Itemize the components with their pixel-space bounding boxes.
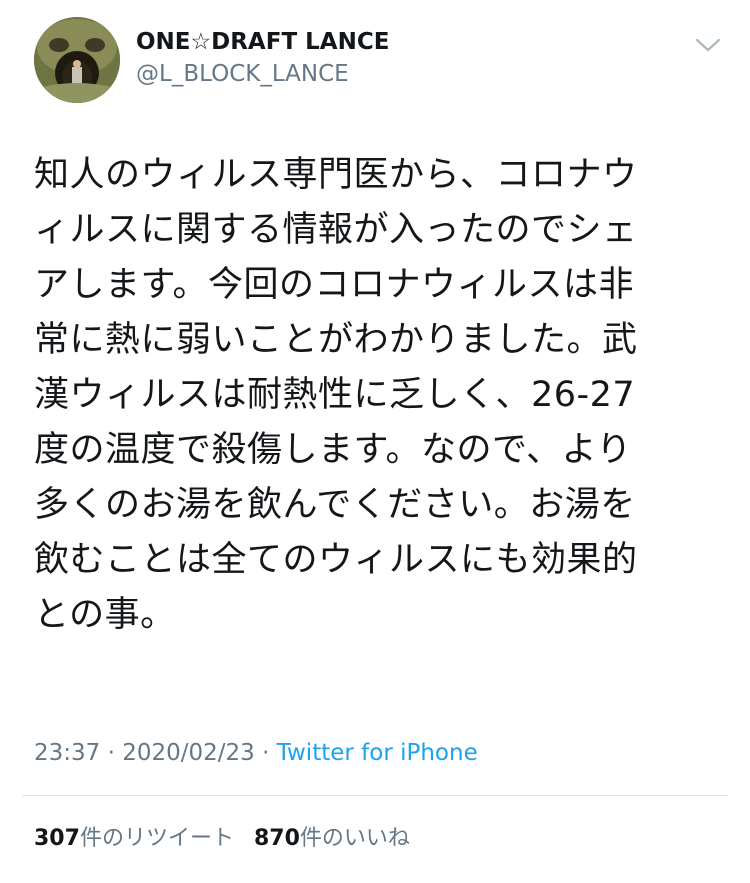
divider bbox=[22, 795, 728, 796]
avatar[interactable] bbox=[34, 17, 120, 103]
tweet-source-link[interactable]: Twitter for iPhone bbox=[277, 740, 478, 766]
tweet-stats: 307件のリツイート 870件のいいね bbox=[34, 823, 410, 855]
user-handle[interactable]: @L_BLOCK_LANCE bbox=[136, 58, 389, 90]
avatar-photo-stone-face bbox=[34, 17, 120, 103]
retweets-count: 307 bbox=[34, 826, 80, 851]
tweet-text-line: 知人のウィルス専門医から、コロナウ bbox=[34, 155, 638, 195]
tweet-text-line: ィルスに関する情報が入ったのでシェ bbox=[34, 210, 638, 250]
likes-stat[interactable]: 870件のいいね bbox=[254, 826, 410, 851]
likes-label: 件のいいね bbox=[299, 826, 410, 851]
tweet-meta: 23:37 · 2020/02/23 · Twitter for iPhone bbox=[34, 737, 478, 769]
retweets-stat[interactable]: 307件のリツイート bbox=[34, 826, 234, 851]
tweet-text-line: 常に熱に弱いことがわかりました。武 bbox=[34, 320, 638, 360]
tweet-text-line: との事。 bbox=[34, 595, 176, 635]
tweet-text-line: 漢ウィルスは耐熱性に乏しく、26-27 bbox=[34, 375, 636, 415]
tweet-text-line: 多くのお湯を飲んでください。お湯を bbox=[34, 485, 636, 525]
user-info[interactable]: ONE☆DRAFT LANCE @L_BLOCK_LANCE bbox=[136, 26, 389, 90]
chevron-down-icon[interactable] bbox=[694, 34, 722, 54]
tweet-text-line: 飲むことは全てのウィルスにも効果的 bbox=[34, 540, 638, 580]
meta-separator: · bbox=[100, 740, 123, 766]
tweet-time: 23:37 bbox=[34, 740, 101, 766]
tweet-date: 2020/02/23 bbox=[122, 740, 255, 766]
display-name[interactable]: ONE☆DRAFT LANCE bbox=[136, 26, 389, 58]
tweet-text-line: 度の温度で殺傷します。なので、より bbox=[34, 430, 632, 470]
meta-separator: · bbox=[254, 740, 277, 766]
tweet-text: 知人のウィルス専門医から、コロナウ ィルスに関する情報が入ったのでシェ アします… bbox=[34, 148, 724, 643]
retweets-label: 件のリツイート bbox=[79, 826, 234, 851]
tweet-detail: ONE☆DRAFT LANCE @L_BLOCK_LANCE 知人のウィルス専門… bbox=[0, 0, 750, 883]
tweet-text-line: アします。今回のコロナウィルスは非 bbox=[34, 265, 635, 305]
likes-count: 870 bbox=[253, 826, 300, 851]
